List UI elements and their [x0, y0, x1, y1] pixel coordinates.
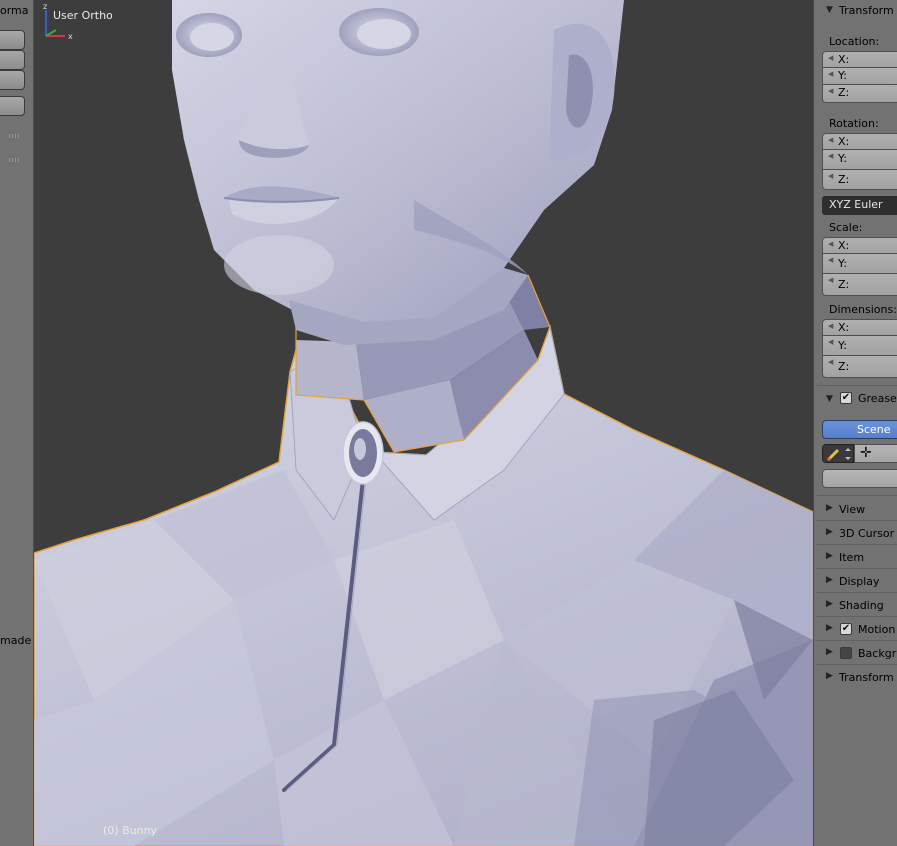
- panel-header-transform[interactable]: ▼ Transform: [814, 1, 897, 21]
- shelf-mode-label: made: [0, 634, 32, 647]
- pencil-browse-button[interactable]: [822, 444, 854, 463]
- scale-label: Scale:: [829, 221, 863, 234]
- collapse-triangle-icon[interactable]: ▶: [826, 671, 833, 681]
- collapse-triangle-icon[interactable]: ▶: [826, 575, 833, 585]
- collapse-triangle-icon[interactable]: ▶: [826, 599, 833, 609]
- panel-grip-icon[interactable]: [9, 158, 21, 162]
- panel-divider: [817, 495, 897, 496]
- panel-header-collapsed[interactable]: ▶ Item: [814, 547, 897, 567]
- collapse-triangle-icon[interactable]: ▶: [826, 551, 833, 561]
- collapse-triangle-icon[interactable]: ▶: [826, 647, 833, 657]
- panel-title: Motion: [858, 623, 896, 636]
- panel-header-grease-pencil[interactable]: ▼ ✔ Grease: [814, 389, 897, 409]
- head-mesh: [172, 0, 624, 345]
- location-z-field[interactable]: ◀ Z:: [822, 85, 897, 103]
- pencil-icon: [826, 448, 851, 462]
- panel-title: View: [839, 503, 866, 516]
- collapse-triangle-icon[interactable]: ▶: [826, 503, 833, 513]
- collapse-triangle-icon[interactable]: ▶: [826, 527, 833, 537]
- tool-button[interactable]: [0, 96, 25, 116]
- panel-checkbox[interactable]: [840, 647, 852, 659]
- panel-divider: [817, 640, 897, 641]
- panel-title: Transform: [839, 671, 894, 684]
- 3d-viewport[interactable]: User Ortho z x (0) Bunny: [34, 0, 813, 846]
- scale-x-field[interactable]: ◀ X:: [822, 237, 897, 254]
- axis-gizmo: z x: [43, 2, 73, 41]
- rotation-label: Rotation:: [829, 117, 879, 130]
- panel-header-collapsed[interactable]: ▶ Transform: [814, 667, 897, 687]
- location-x-field[interactable]: ◀ X:: [822, 51, 897, 68]
- dimensions-x-field[interactable]: ◀ X:: [822, 319, 897, 336]
- plus-icon: ✛: [860, 445, 872, 461]
- panel-divider: [817, 385, 897, 386]
- panel-divider: [817, 664, 897, 665]
- rotation-mode-select[interactable]: XYZ Euler: [822, 196, 897, 215]
- axis-x-label: x: [68, 32, 73, 41]
- grease-pencil-checkbox[interactable]: ✔: [840, 392, 852, 404]
- panel-header-collapsed[interactable]: ▶ View: [814, 499, 897, 519]
- panel-header-collapsed[interactable]: ▶ Backgr: [814, 643, 897, 663]
- add-button[interactable]: ✛: [854, 444, 897, 463]
- dimensions-y-field[interactable]: ◀ Y:: [822, 336, 897, 356]
- scene-button[interactable]: Scene: [822, 420, 897, 439]
- panel-title: Item: [839, 551, 865, 564]
- expand-triangle-icon[interactable]: ▼: [826, 5, 833, 15]
- panel-header-collapsed[interactable]: ▶ Display: [814, 571, 897, 591]
- tool-button[interactable]: [0, 50, 25, 70]
- panel-header-collapsed[interactable]: ▶ ✔ Motion: [814, 619, 897, 639]
- location-label: Location:: [829, 35, 880, 48]
- panel-divider: [817, 568, 897, 569]
- dimensions-z-field[interactable]: ◀ Z:: [822, 356, 897, 378]
- panel-title: Shading: [839, 599, 884, 612]
- panel-title: Backgr: [858, 647, 897, 660]
- scale-y-field[interactable]: ◀ Y:: [822, 254, 897, 274]
- rotation-x-field[interactable]: ◀ X:: [822, 133, 897, 150]
- scale-z-field[interactable]: ◀ Z:: [822, 274, 897, 296]
- new-layer-button[interactable]: N: [822, 469, 897, 488]
- rotation-y-field[interactable]: ◀ Y:: [822, 150, 897, 170]
- panel-divider: [817, 544, 897, 545]
- tool-button[interactable]: [0, 30, 25, 50]
- location-y-field[interactable]: ◀ Y:: [822, 68, 897, 85]
- tool-button[interactable]: [0, 70, 25, 90]
- panel-divider: [817, 592, 897, 593]
- tool-shelf: orma made: [0, 0, 34, 846]
- brooch-mesh: [342, 421, 384, 485]
- panel-grip-icon[interactable]: [9, 134, 21, 138]
- object-info-label: (0) Bunny: [103, 824, 158, 837]
- grease-pencil-datablock: ✛: [822, 444, 897, 463]
- shelf-tab-label[interactable]: orma: [0, 4, 33, 17]
- rotation-z-field[interactable]: ◀ Z:: [822, 170, 897, 190]
- panel-checkbox[interactable]: ✔: [840, 623, 852, 635]
- mesh-render: [34, 0, 813, 846]
- panel-header-collapsed[interactable]: ▶ 3D Cursor: [814, 523, 897, 543]
- expand-triangle-icon[interactable]: ▼: [826, 394, 833, 404]
- panel-divider: [817, 616, 897, 617]
- panel-title: 3D Cursor: [839, 527, 895, 540]
- dimensions-label: Dimensions:: [829, 303, 897, 316]
- panel-divider: [817, 520, 897, 521]
- axis-z-label: z: [43, 2, 47, 11]
- panel-title: Display: [839, 575, 880, 588]
- panel-header-collapsed[interactable]: ▶ Shading: [814, 595, 897, 615]
- collapse-triangle-icon[interactable]: ▶: [826, 623, 833, 633]
- properties-panel: ▼ Transform Location: ◀ X: ◀ Y: ◀ Z: Rotati…: [813, 0, 897, 846]
